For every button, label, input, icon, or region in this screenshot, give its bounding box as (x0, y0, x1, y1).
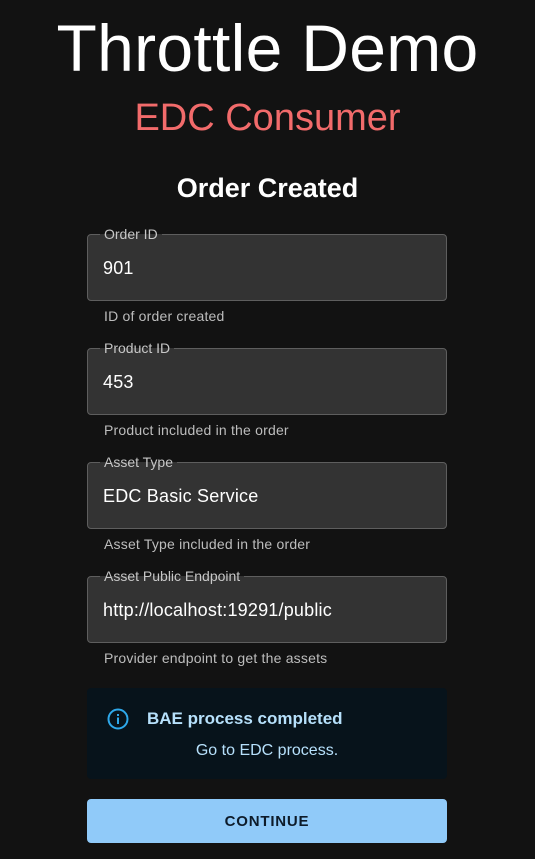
page: Throttle Demo EDC Consumer Order Created… (0, 0, 535, 859)
alert-message: Go to EDC process. (195, 742, 339, 759)
product-id-value[interactable]: 453 (103, 371, 134, 393)
asset-endpoint-label: Asset Public Endpoint (100, 568, 245, 584)
asset-endpoint-helper-text: Provider endpoint to get the assets (104, 650, 328, 666)
asset-type-helper-text: Asset Type included in the order (104, 536, 311, 552)
asset-type-value[interactable]: EDC Basic Service (103, 485, 258, 507)
order-id-field[interactable]: Order ID 901 (87, 226, 447, 301)
product-id-field[interactable]: Product ID 453 (87, 340, 447, 415)
continue-button[interactable]: CONTINUE (87, 799, 447, 843)
app-subtitle: EDC Consumer (134, 97, 401, 139)
info-icon (107, 708, 129, 730)
product-id-label: Product ID (100, 340, 175, 356)
order-id-helper-text: ID of order created (104, 308, 225, 324)
asset-type-field[interactable]: Asset Type EDC Basic Service (87, 454, 447, 529)
product-id-helper-text: Product included in the order (104, 422, 289, 438)
asset-endpoint-value[interactable]: http://localhost:19291/public (103, 599, 332, 621)
asset-type-label: Asset Type (100, 454, 178, 470)
section-title: Order Created (176, 173, 359, 203)
asset-endpoint-field[interactable]: Asset Public Endpoint http://localhost:1… (87, 568, 447, 643)
order-id-label: Order ID (100, 226, 162, 242)
order-id-value[interactable]: 901 (103, 257, 134, 279)
info-alert: BAE process completed Go to EDC process. (87, 688, 447, 779)
alert-title: BAE process completed (147, 709, 343, 728)
app-title: Throttle Demo (56, 11, 479, 85)
